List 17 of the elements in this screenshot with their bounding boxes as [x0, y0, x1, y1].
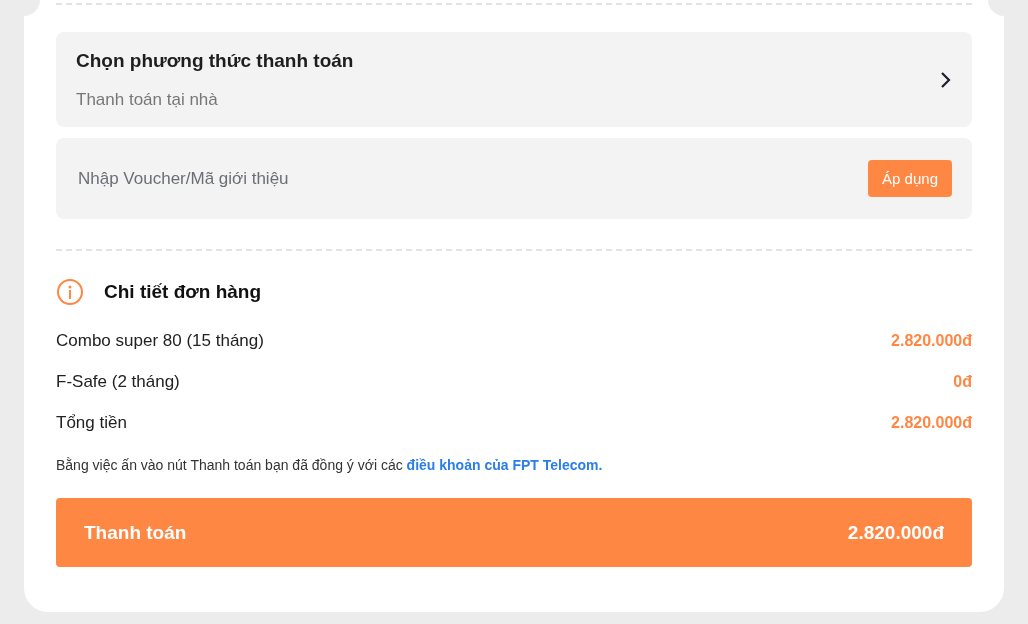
line-item-label: F-Safe (2 tháng): [56, 371, 180, 392]
payment-method-value: Thanh toán tại nhà: [76, 89, 219, 110]
voucher-field[interactable]: Nhập Voucher/Mã giới thiệu Áp dụng: [56, 138, 972, 219]
line-item-label: Tổng tiền: [56, 412, 127, 433]
line-item-label: Combo super 80 (15 tháng): [56, 330, 264, 351]
line-item-amount: 2.820.000đ: [891, 413, 972, 432]
terms-text: Bằng việc ấn vào nút Thanh toán bạn đã đồng ý với các điều khoản của FPT Telecom.: [56, 457, 604, 473]
payment-method-title: Chọn phương thức thanh toán: [76, 49, 354, 72]
pay-button[interactable]: Thanh toán 2.820.000đ: [56, 498, 972, 567]
info-icon: [56, 278, 84, 306]
chevron-right-icon: [940, 70, 952, 89]
apply-button[interactable]: Áp dụng: [868, 160, 952, 197]
payment-method-selector[interactable]: Chọn phương thức thanh toán Thanh toán tại nhà: [56, 32, 972, 127]
order-details-title: Chi tiết đơn hàng: [104, 281, 262, 303]
line-item-amount: 2.820.000đ: [891, 331, 972, 350]
terms-link[interactable]: điều khoản của FPT Telecom.: [406, 457, 603, 473]
line-item-amount: 0đ: [953, 372, 972, 391]
